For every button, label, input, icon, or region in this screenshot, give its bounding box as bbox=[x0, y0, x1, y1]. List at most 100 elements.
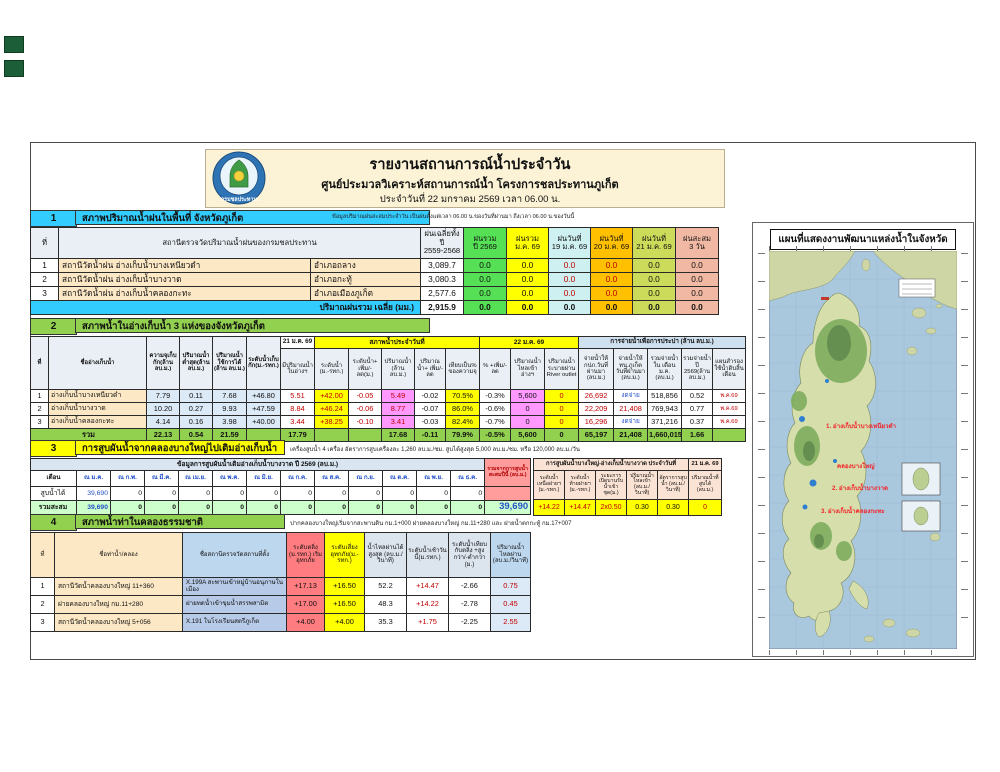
section-2-number: 2 bbox=[30, 318, 77, 335]
table-cell: 39,690 bbox=[77, 501, 111, 515]
phuket-map: 1. อ่างเก็บน้ำบางเหนียวดำ คลองบางใหญ่ 2.… bbox=[769, 251, 957, 649]
table-cell: พ.ค.69 bbox=[713, 403, 746, 416]
table-cell bbox=[485, 487, 531, 501]
col-reservoir-name: ชื่ออ่างเก็บน้ำ bbox=[49, 337, 147, 390]
table-cell: 4.14 bbox=[147, 416, 180, 429]
table-cell: 3 bbox=[31, 416, 49, 429]
table-cell: 3 bbox=[31, 614, 55, 632]
table-cell: 7.79 bbox=[147, 390, 180, 403]
table-cell: 5.49 bbox=[382, 390, 415, 403]
table-cell: 2x0.50 bbox=[596, 500, 627, 516]
table-cell: 0.0 bbox=[633, 287, 676, 301]
table-cell: 0 bbox=[179, 487, 213, 501]
table-cell: 0 bbox=[315, 487, 349, 501]
section-3-title: การสูบผันน้ำจากคลองบางใหญ่ไปเติมอ่างเก็บ… bbox=[75, 440, 285, 455]
rid-logo-icon: กรมชลประทาน bbox=[212, 151, 266, 205]
table-cell bbox=[713, 429, 746, 442]
rainfall-table: ที่ สถานีตรวจวัดปริมาณน้ำฝนของกรมชลประทา… bbox=[30, 227, 719, 315]
map-grid-ticks-left bbox=[758, 253, 765, 645]
table-cell: สถานีวัดน้ำคลองบางใหญ่ 5+056 bbox=[55, 614, 183, 632]
table-cell: 0.0 bbox=[591, 287, 633, 301]
col-level-change: ระดับน้ำ+ เพิ่ม/-ลด(ม.) bbox=[349, 349, 382, 390]
col-reserve-plan: แผนสำรองใช้น้ำดิบสิ้นเดือน bbox=[713, 349, 746, 390]
pumping-daily-title: การสูบผันน้ำบางใหญ่-อ่างเก็บน้ำบางวาด ปร… bbox=[534, 459, 689, 471]
table-cell: 769,943 bbox=[648, 403, 682, 416]
table-cell: -2.66 bbox=[449, 578, 491, 596]
table-row: +14.22 +14.47 2x0.50 0.30 0.30 0 bbox=[534, 500, 722, 516]
table-cell: -0.02 bbox=[415, 390, 446, 403]
table-cell: 82.4% bbox=[446, 416, 480, 429]
table-cell: 0 bbox=[315, 501, 349, 515]
table-cell: -0.06 bbox=[349, 403, 382, 416]
table-cell: งดจ่าย bbox=[614, 390, 648, 403]
table-cell: 2,577.6 bbox=[421, 287, 464, 301]
table-header-row: ที่ สถานีตรวจวัดปริมาณน้ำฝนของกรมชลประทา… bbox=[31, 228, 719, 259]
table-cell: +4.00 bbox=[325, 614, 365, 632]
table-cell: 8.77 bbox=[382, 403, 415, 416]
table-row: 3อ่างเก็บน้ำคลองกะทะ4.140.163.98+40.003.… bbox=[31, 416, 746, 429]
corner-marker-2 bbox=[4, 60, 24, 77]
table-cell: 0.0 bbox=[676, 273, 719, 287]
col-rain-year: ฝนรวมปี 2569 bbox=[464, 228, 507, 259]
col-month: เดือน bbox=[31, 471, 77, 487]
table-cell: 0.45 bbox=[491, 596, 531, 614]
table-cell: อำเภอเมืองภูเก็ต bbox=[311, 287, 421, 301]
table-cell: 0 bbox=[281, 487, 315, 501]
report-date: ประจำวันที่ 22 มกราคม 2569 เวลา 06.00 น. bbox=[270, 192, 670, 207]
table-header-row: ข้อมูลการสูบผันน้ำเติมอ่างเก็บน้ำบางวาด … bbox=[31, 459, 531, 471]
col-rain-21: ฝนวันที่21 ม.ค. 69 bbox=[633, 228, 676, 259]
table-cell: 65,197 bbox=[579, 429, 614, 442]
table-cell: 0.0 bbox=[591, 259, 633, 273]
col-apr: ณ เม.ย. bbox=[179, 471, 213, 487]
table-cell: 0 bbox=[451, 487, 485, 501]
table-cell: +17.13 bbox=[287, 578, 325, 596]
table-cell bbox=[349, 429, 382, 442]
table-cell: -2.78 bbox=[449, 596, 491, 614]
table-cell: 0.0 bbox=[633, 273, 676, 287]
table-header-row: ระดับน้ำเหนือฝายฯ (ม.-รทก.) ระดับน้ำท้าย… bbox=[534, 471, 722, 500]
table-cell: 0.0 bbox=[549, 273, 591, 287]
table-cell: อ่างเก็บน้ำบางเหนียวดำ bbox=[49, 390, 147, 403]
table-row: 3สถานีวัดน้ำคลองบางใหญ่ 5+056X.191 ในโรง… bbox=[31, 614, 531, 632]
table-cell: 1 bbox=[31, 259, 59, 273]
table-cell: 86.0% bbox=[446, 403, 480, 416]
table-cell: -0.6% bbox=[480, 403, 511, 416]
table-cell: 0.0 bbox=[549, 259, 591, 273]
table-cell: 79.9% bbox=[446, 429, 480, 442]
table-row: รวมสะสม39,6900000000000039,690 bbox=[31, 501, 531, 515]
col-downstream-level: ระดับน้ำท้ายฝายฯ (ม.-รทก.) bbox=[565, 471, 596, 500]
page-subtitle: ศูนย์ประมวลวิเคราะห์สถานการณ์น้ำ โครงการ… bbox=[270, 175, 670, 193]
table-row: 1สถานีวัดน้ำคลองบางใหญ่ 11+360X.199A สะพ… bbox=[31, 578, 531, 596]
band-daily: สภาพน้ำประจำวันที่ bbox=[315, 337, 480, 349]
table-cell: 0.0 bbox=[633, 301, 676, 315]
col-rain-month: ฝนรวมม.ค. 69 bbox=[507, 228, 549, 259]
table-cell: 9.93 bbox=[213, 403, 247, 416]
table-cell: สถานีวัดน้ำฝน อ่างเก็บน้ำบางวาด bbox=[59, 273, 311, 287]
table-cell: 5,600 bbox=[511, 390, 545, 403]
table-cell: พ.ค.69 bbox=[713, 390, 746, 403]
table-cell: 5.51 bbox=[281, 390, 315, 403]
section-4-title: สภาพน้ำท่าในคลองธรรมชาติ bbox=[75, 514, 285, 529]
col-morning-level: ระดับน้ำเช้าวันนี้(ม.รทก.) bbox=[407, 533, 449, 578]
table-cell: 371,216 bbox=[648, 416, 682, 429]
col-percent: เทียบเป็น% ของความจุ bbox=[446, 349, 480, 390]
table-cell: +46.24 bbox=[315, 403, 349, 416]
table-cell: 3,080.3 bbox=[421, 273, 464, 287]
section-4-number: 4 bbox=[30, 514, 77, 531]
table-cell: 0 bbox=[545, 416, 579, 429]
table-cell: 1 bbox=[31, 390, 49, 403]
col-dec: ณ ธ.ค. bbox=[451, 471, 485, 487]
table-cell: 0 bbox=[417, 501, 451, 515]
pumping-monthly-table: ข้อมูลการสูบผันน้ำเติมอ่างเก็บน้ำบางวาด … bbox=[30, 458, 531, 515]
section-1-number: 1 bbox=[30, 210, 77, 227]
col-river-outlet: ปริมาณน้ำระบายผ่าน River outlet bbox=[545, 349, 579, 390]
table-cell: 0.75 bbox=[491, 578, 531, 596]
table-cell: อ่างเก็บน้ำบางวาด bbox=[49, 403, 147, 416]
section-3-number: 3 bbox=[30, 440, 77, 457]
table-cell: +16.50 bbox=[325, 578, 365, 596]
table-cell: 0.16 bbox=[180, 416, 213, 429]
col-inflow: ปริมาณน้ำไหลเข้าอ่างฯ bbox=[511, 349, 545, 390]
table-cell: -0.07 bbox=[415, 403, 446, 416]
table-cell: 0.0 bbox=[507, 287, 549, 301]
table-cell: 1.66 bbox=[682, 429, 713, 442]
